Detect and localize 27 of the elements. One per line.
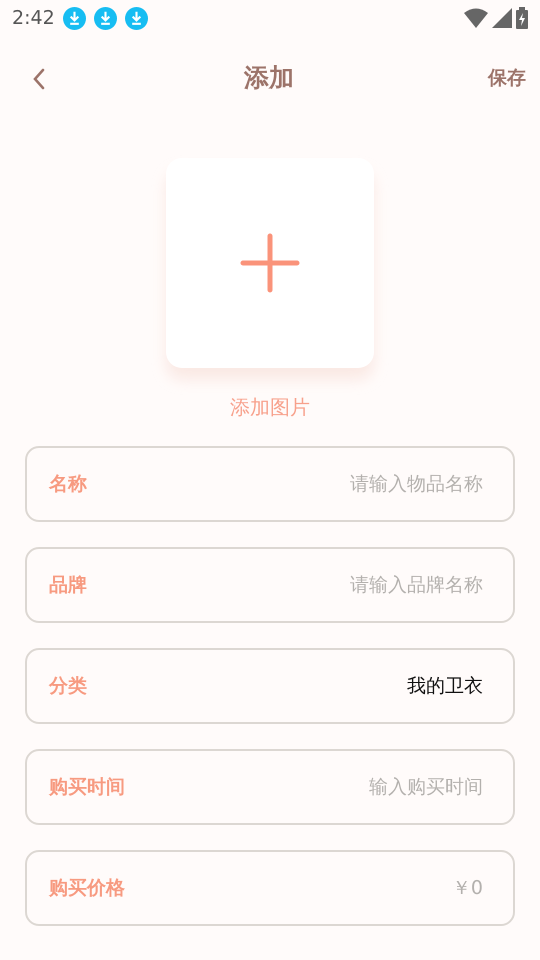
battery-icon: [516, 7, 528, 29]
input-field[interactable]: 请输入物品名称: [103, 468, 485, 500]
field-label: 名称: [49, 472, 87, 497]
input-field[interactable]: 请输入品牌名称: [103, 570, 485, 600]
form-field[interactable]: 购买价格 ￥0: [25, 850, 515, 926]
download-icon: [124, 6, 148, 30]
page-title: 添加: [244, 62, 294, 94]
clock-time: 2:42: [12, 6, 55, 31]
field-label: 品牌: [49, 572, 87, 598]
download-icon: [94, 6, 117, 30]
form-field[interactable]: 名称 请输入物品名称: [25, 446, 515, 522]
signal-icon: [492, 8, 512, 28]
back-icon[interactable]: [32, 68, 46, 90]
form-field[interactable]: 购买时间 输入购买时间: [25, 749, 515, 825]
input-field[interactable]: 我的卫衣: [103, 670, 485, 702]
wifi-icon: [464, 8, 488, 28]
input-field[interactable]: 输入购买时间: [141, 772, 485, 802]
form-field[interactable]: 分类 我的卫衣: [25, 648, 515, 724]
download-icon: [62, 6, 86, 30]
field-label: 购买价格: [49, 876, 125, 901]
field-label: 分类: [49, 674, 87, 699]
field-label: 购买时间: [49, 774, 125, 800]
save-button[interactable]: 保存: [488, 64, 526, 92]
input-field[interactable]: ￥0: [141, 872, 485, 904]
form-field[interactable]: 品牌 请输入品牌名称: [25, 547, 515, 623]
plus-icon: [240, 233, 300, 293]
image-caption: 添加图片: [230, 394, 310, 421]
